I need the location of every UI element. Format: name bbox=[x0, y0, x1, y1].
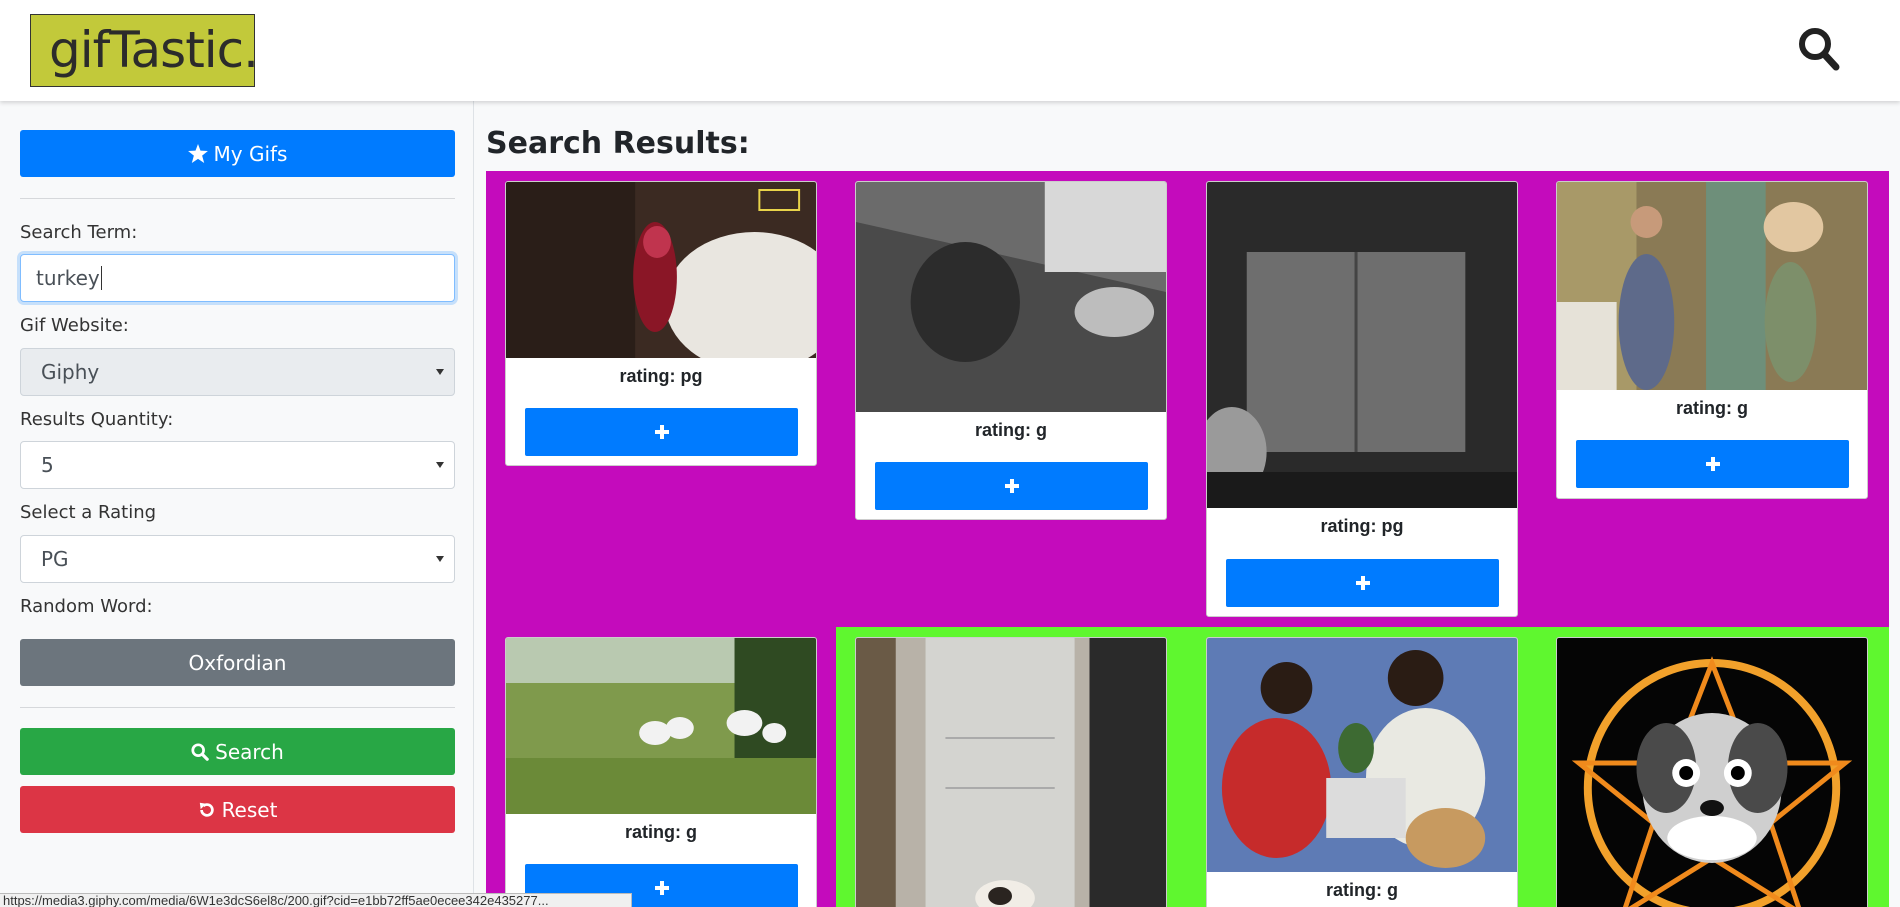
add-gif-button[interactable] bbox=[525, 408, 798, 456]
gif-card: rating: pg bbox=[505, 181, 817, 466]
my-gifs-label: My Gifs bbox=[213, 141, 288, 166]
plus-icon bbox=[654, 881, 669, 895]
search-term-label: Search Term: bbox=[20, 222, 138, 243]
random-word-label: Random Word: bbox=[20, 596, 153, 617]
gif-card: rating: pg bbox=[1206, 181, 1518, 617]
results-quantity-label: Results Quantity: bbox=[20, 409, 174, 430]
gif-website-value: Giphy bbox=[41, 360, 100, 384]
gif-image[interactable] bbox=[856, 638, 1166, 907]
top-navbar: gifTastic. bbox=[0, 0, 1900, 101]
app-logo[interactable]: gifTastic. bbox=[30, 14, 259, 87]
rating-value: PG bbox=[41, 547, 69, 571]
rating-label: rating: g bbox=[1326, 880, 1398, 900]
search-icon bbox=[191, 742, 209, 761]
rating-label: rating: g bbox=[975, 420, 1047, 440]
search-icon[interactable] bbox=[1798, 27, 1840, 71]
add-gif-button[interactable] bbox=[875, 462, 1148, 510]
results-quantity-select[interactable]: 5 bbox=[20, 441, 455, 489]
status-bar-url: https://media3.giphy.com/media/6W1e3dcS6… bbox=[0, 893, 632, 907]
gif-card: rating: g bbox=[505, 637, 817, 907]
search-button[interactable]: Search bbox=[20, 728, 455, 775]
sidebar: My Gifs Search Term: turkey Gif Website:… bbox=[0, 101, 474, 907]
divider bbox=[20, 707, 455, 708]
gif-website-label: Gif Website: bbox=[20, 315, 129, 336]
gif-card bbox=[1556, 637, 1868, 907]
plus-icon bbox=[654, 425, 669, 439]
add-gif-button[interactable] bbox=[1576, 440, 1849, 488]
gif-image[interactable] bbox=[1557, 638, 1867, 907]
chevron-down-icon bbox=[436, 556, 444, 562]
rating-label: Select a Rating bbox=[20, 502, 157, 523]
rating-label: rating: g bbox=[625, 822, 697, 842]
rating-label: rating: g bbox=[1676, 398, 1748, 418]
results-quantity-value: 5 bbox=[41, 453, 54, 477]
random-word-button[interactable]: Oxfordian bbox=[20, 639, 455, 686]
undo-icon bbox=[199, 802, 214, 817]
add-gif-button[interactable] bbox=[1226, 559, 1499, 607]
reset-button-label: Reset bbox=[221, 797, 278, 822]
plus-icon bbox=[1705, 457, 1720, 471]
search-button-label: Search bbox=[215, 739, 284, 764]
plus-icon bbox=[1004, 479, 1019, 493]
gif-image[interactable] bbox=[1557, 182, 1867, 390]
search-term-input[interactable]: turkey bbox=[20, 254, 455, 302]
rating-label: rating: pg bbox=[1320, 516, 1404, 536]
rating-label: rating: pg bbox=[619, 366, 703, 386]
reset-button[interactable]: Reset bbox=[20, 786, 455, 833]
gif-image[interactable] bbox=[1207, 638, 1517, 872]
divider bbox=[20, 198, 455, 199]
chevron-down-icon bbox=[436, 462, 444, 468]
rating-select[interactable]: PG bbox=[20, 535, 455, 583]
page-title: Search Results: bbox=[486, 126, 750, 161]
gif-card: rating: g bbox=[855, 181, 1167, 520]
star-icon bbox=[187, 144, 208, 163]
gif-image[interactable] bbox=[506, 182, 816, 358]
gif-image[interactable] bbox=[856, 182, 1166, 412]
gif-card: rating: g bbox=[1206, 637, 1518, 907]
gif-website-select[interactable]: Giphy bbox=[20, 348, 455, 396]
gif-card: rating: g bbox=[1556, 181, 1868, 499]
gif-card bbox=[855, 637, 1167, 907]
plus-icon bbox=[1355, 576, 1370, 590]
search-term-value: turkey bbox=[36, 266, 100, 290]
my-gifs-button[interactable]: My Gifs bbox=[20, 130, 455, 177]
chevron-down-icon bbox=[436, 369, 444, 375]
gif-image[interactable] bbox=[1207, 182, 1517, 508]
gif-image[interactable] bbox=[506, 638, 816, 814]
random-word-value: Oxfordian bbox=[188, 650, 287, 675]
